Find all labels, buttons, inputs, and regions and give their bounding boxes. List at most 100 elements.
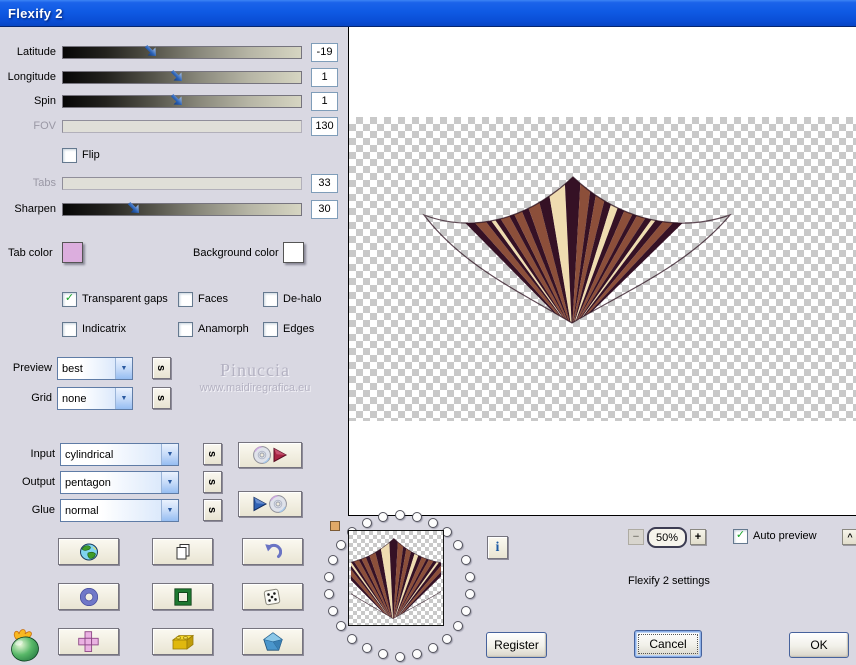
- sharpen-label: Sharpen: [14, 203, 56, 215]
- preset-dot[interactable]: [377, 649, 388, 660]
- preset-dot[interactable]: [411, 649, 422, 660]
- grid-s-button[interactable]: s: [152, 387, 171, 409]
- square-frame-button[interactable]: [152, 583, 213, 610]
- indicatrix-checkbox[interactable]: ✓: [62, 321, 77, 337]
- preset-dot[interactable]: [336, 540, 347, 551]
- spin-slider[interactable]: [62, 95, 302, 108]
- preview-canvas[interactable]: [348, 27, 856, 516]
- latitude-value-input[interactable]: -19: [311, 42, 338, 62]
- preset-dot[interactable]: [441, 633, 452, 644]
- zoom-out-button[interactable]: −: [628, 529, 644, 545]
- globe-mode-button[interactable]: [58, 538, 119, 565]
- save-settings-button[interactable]: [238, 491, 302, 517]
- info-button[interactable]: i: [487, 536, 508, 559]
- preset-dot[interactable]: [377, 511, 388, 522]
- auto-preview-checkbox[interactable]: ✓: [733, 528, 748, 544]
- ok-button[interactable]: OK: [789, 632, 849, 658]
- preset-dot[interactable]: [394, 509, 405, 520]
- cancel-button[interactable]: Cancel: [634, 630, 702, 658]
- preset-dot[interactable]: [452, 620, 463, 631]
- preset-dot[interactable]: [328, 555, 339, 566]
- longitude-slider[interactable]: [62, 71, 302, 84]
- watermark-name: Pinuccia: [220, 360, 290, 380]
- sharpen-slider-handle[interactable]: [124, 198, 144, 218]
- register-button[interactable]: Register: [486, 632, 547, 658]
- flexify-2-dialog: Flexify 2 Latitude -19 Longitude 1 Spin …: [0, 0, 856, 665]
- chevron-down-icon: ▼: [115, 388, 132, 409]
- preset-dot[interactable]: [411, 511, 422, 522]
- undo-arrow-icon: [264, 543, 282, 560]
- spin-value-input[interactable]: 1: [311, 91, 338, 111]
- polyhedron-button[interactable]: [242, 628, 303, 655]
- preview-s-button[interactable]: s: [152, 357, 171, 379]
- random-settings-button[interactable]: [242, 583, 303, 610]
- longitude-value-input[interactable]: 1: [311, 67, 338, 87]
- preview-dropdown[interactable]: best ▼: [57, 357, 133, 380]
- preset-dot[interactable]: [427, 517, 438, 528]
- sharpen-slider[interactable]: [62, 203, 302, 216]
- transparent-gaps-checkbox[interactable]: ✓: [62, 291, 77, 307]
- preview-label: Preview: [12, 362, 52, 374]
- preview-thumbnail[interactable]: [311, 530, 481, 626]
- glue-s-button[interactable]: s: [203, 499, 222, 521]
- preset-dot[interactable]: [336, 620, 347, 631]
- glue-dropdown[interactable]: normal ▼: [60, 499, 179, 522]
- load-settings-button[interactable]: [238, 442, 302, 468]
- flip-checkbox[interactable]: ✓: [62, 147, 77, 163]
- preset-dot[interactable]: [394, 651, 405, 662]
- unfolded-cube-button[interactable]: [58, 628, 119, 655]
- disc-play-icon: [252, 445, 288, 465]
- window-title: Flexify 2: [8, 5, 63, 21]
- preset-dot[interactable]: [361, 517, 372, 528]
- preset-dot[interactable]: [460, 605, 471, 616]
- preset-dot[interactable]: [324, 589, 334, 600]
- auto-preview-label: Auto preview: [753, 530, 817, 542]
- spin-slider-handle[interactable]: [167, 90, 187, 110]
- anamorph-label: Anamorph: [198, 323, 249, 335]
- tab-color-swatch[interactable]: [62, 242, 83, 263]
- preset-dot[interactable]: [361, 643, 372, 654]
- watermark: Pinuccia www.maidiregrafica.eu: [168, 360, 342, 394]
- flaming-pear-logo[interactable]: [5, 627, 45, 662]
- title-bar[interactable]: Flexify 2: [0, 0, 856, 27]
- input-dropdown[interactable]: cylindrical ▼: [60, 443, 179, 466]
- latitude-slider[interactable]: [62, 46, 302, 59]
- anamorph-checkbox[interactable]: ✓: [178, 321, 193, 337]
- copy-button[interactable]: [152, 538, 213, 565]
- background-color-swatch[interactable]: [283, 242, 304, 263]
- preset-dot[interactable]: [324, 571, 334, 582]
- tabs-label: Tabs: [32, 177, 56, 189]
- chevron-down-icon: ▼: [161, 444, 178, 465]
- longitude-label: Longitude: [7, 71, 56, 83]
- de-halo-checkbox[interactable]: ✓: [263, 291, 278, 307]
- tabs-value-input[interactable]: 33: [311, 173, 338, 193]
- latitude-slider-handle[interactable]: [141, 41, 161, 61]
- settings-status-text: Flexify 2 settings: [628, 575, 710, 587]
- zoom-in-button[interactable]: +: [690, 529, 706, 545]
- longitude-slider-handle[interactable]: [167, 66, 187, 86]
- preset-dot[interactable]: [460, 555, 471, 566]
- de-halo-label: De-halo: [283, 293, 322, 305]
- square-frame-icon: [173, 587, 192, 606]
- zoom-level-display[interactable]: 50%: [647, 527, 687, 548]
- faces-checkbox[interactable]: ✓: [178, 291, 193, 307]
- input-s-button[interactable]: s: [203, 443, 222, 465]
- undo-button[interactable]: [242, 538, 303, 565]
- output-s-button[interactable]: s: [203, 471, 222, 493]
- fov-value-input[interactable]: 130: [311, 116, 338, 136]
- edges-checkbox[interactable]: ✓: [263, 321, 278, 337]
- orange-handle[interactable]: [330, 521, 340, 531]
- collapse-button[interactable]: ^: [842, 529, 856, 545]
- preset-dot[interactable]: [328, 605, 339, 616]
- preset-dot[interactable]: [465, 589, 475, 600]
- grid-dropdown[interactable]: none ▼: [57, 387, 133, 410]
- preset-dot[interactable]: [427, 643, 438, 654]
- output-dropdown[interactable]: pentagon ▼: [60, 471, 179, 494]
- preset-dot[interactable]: [347, 633, 358, 644]
- lego-brick-button[interactable]: [152, 628, 213, 655]
- preset-dot[interactable]: [452, 540, 463, 551]
- torus-mode-button[interactable]: [58, 583, 119, 610]
- preset-dot[interactable]: [465, 571, 475, 582]
- lego-brick-icon: [171, 633, 195, 651]
- sharpen-value-input[interactable]: 30: [311, 199, 338, 219]
